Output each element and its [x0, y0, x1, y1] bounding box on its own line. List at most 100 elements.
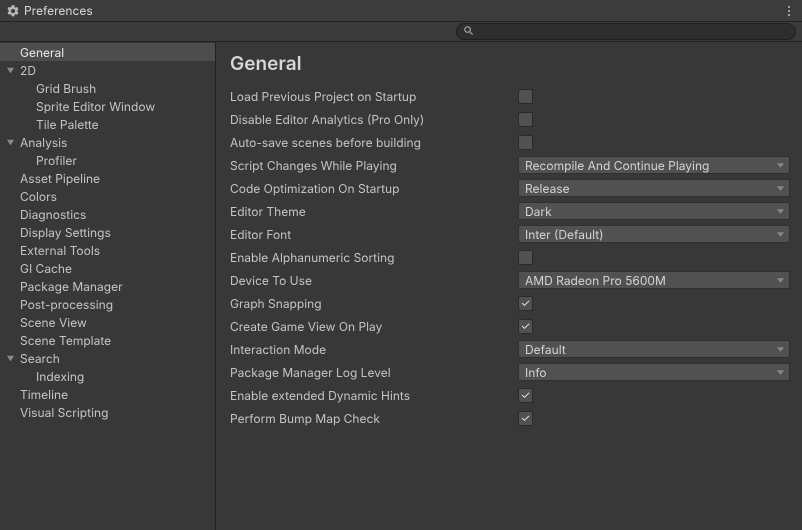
- foldout-triangle-icon[interactable]: [4, 138, 16, 147]
- sidebar-item[interactable]: Indexing: [0, 367, 215, 385]
- setting-row: Disable Editor Analytics (Pro Only): [230, 110, 790, 128]
- checkbox[interactable]: [518, 135, 533, 150]
- gear-icon: [6, 4, 20, 18]
- checkbox[interactable]: [518, 296, 533, 311]
- window-title: Preferences: [24, 3, 93, 18]
- sidebar-item[interactable]: Post-processing: [0, 295, 215, 313]
- setting-row: Enable Alphanumeric Sorting: [230, 248, 790, 266]
- setting-control: [518, 135, 790, 150]
- sidebar-item[interactable]: Search: [0, 349, 215, 367]
- sidebar-item[interactable]: Colors: [0, 187, 215, 205]
- sidebar-item-label: Scene View: [18, 315, 87, 330]
- foldout-triangle-icon[interactable]: [4, 66, 16, 75]
- sidebar-item[interactable]: Scene View: [0, 313, 215, 331]
- more-icon[interactable]: [782, 4, 796, 18]
- sidebar-item-label: Search: [18, 351, 60, 366]
- setting-control: [518, 296, 790, 311]
- setting-control: Default: [518, 340, 790, 358]
- chevron-down-icon: [776, 230, 785, 239]
- sidebar-item[interactable]: Visual Scripting: [0, 403, 215, 421]
- checkbox[interactable]: [518, 112, 533, 127]
- setting-row: Load Previous Project on Startup: [230, 87, 790, 105]
- sidebar-item[interactable]: Grid Brush: [0, 79, 215, 97]
- setting-row: Editor FontInter (Default): [230, 225, 790, 243]
- sidebar-item[interactable]: Package Manager: [0, 277, 215, 295]
- search-field-wrap[interactable]: [456, 23, 796, 40]
- sidebar-item-label: Sprite Editor Window: [34, 99, 155, 114]
- dropdown-value: Recompile And Continue Playing: [525, 158, 709, 173]
- dropdown[interactable]: Inter (Default): [518, 225, 790, 243]
- setting-label: Enable Alphanumeric Sorting: [230, 250, 518, 265]
- sidebar-item-label: 2D: [18, 63, 36, 78]
- setting-row: Create Game View On Play: [230, 317, 790, 335]
- sidebar-item[interactable]: Display Settings: [0, 223, 215, 241]
- setting-label: Disable Editor Analytics (Pro Only): [230, 112, 518, 127]
- search-icon: [463, 24, 474, 39]
- sidebar-item-label: Display Settings: [18, 225, 111, 240]
- sidebar-item[interactable]: Sprite Editor Window: [0, 97, 215, 115]
- foldout-triangle-icon[interactable]: [4, 354, 16, 363]
- sidebar-item-label: Indexing: [34, 369, 84, 384]
- search-input[interactable]: [480, 26, 789, 38]
- setting-row: Enable extended Dynamic Hints: [230, 386, 790, 404]
- chevron-down-icon: [776, 276, 785, 285]
- sidebar-item[interactable]: General: [0, 43, 215, 61]
- page-heading: General: [230, 52, 790, 75]
- setting-label: Load Previous Project on Startup: [230, 89, 518, 104]
- checkbox[interactable]: [518, 250, 533, 265]
- chevron-down-icon: [776, 161, 785, 170]
- titlebar: Preferences: [0, 0, 802, 22]
- setting-control: Dark: [518, 202, 790, 220]
- chevron-down-icon: [776, 345, 785, 354]
- chevron-down-icon: [776, 207, 785, 216]
- dropdown[interactable]: Recompile And Continue Playing: [518, 156, 790, 174]
- sidebar-item[interactable]: Profiler: [0, 151, 215, 169]
- sidebar-item[interactable]: Diagnostics: [0, 205, 215, 223]
- setting-control: [518, 250, 790, 265]
- setting-row: Code Optimization On StartupRelease: [230, 179, 790, 197]
- dropdown-value: Inter (Default): [525, 227, 604, 242]
- setting-control: [518, 411, 790, 426]
- sidebar-item[interactable]: GI Cache: [0, 259, 215, 277]
- dropdown-value: Dark: [525, 204, 552, 219]
- sidebar-item[interactable]: External Tools: [0, 241, 215, 259]
- setting-control: Inter (Default): [518, 225, 790, 243]
- setting-row: Editor Theme Dark: [230, 202, 790, 220]
- setting-row: Device To UseAMD Radeon Pro 5600M: [230, 271, 790, 289]
- setting-control: AMD Radeon Pro 5600M: [518, 271, 790, 289]
- dropdown[interactable]: AMD Radeon Pro 5600M: [518, 271, 790, 289]
- sidebar-item-label: Post-processing: [18, 297, 113, 312]
- dropdown[interactable]: Info: [518, 363, 790, 381]
- dropdown[interactable]: Release: [518, 179, 790, 197]
- setting-label: Graph Snapping: [230, 296, 518, 311]
- sidebar-item[interactable]: Asset Pipeline: [0, 169, 215, 187]
- checkbox[interactable]: [518, 89, 533, 104]
- sidebar-item[interactable]: Timeline: [0, 385, 215, 403]
- checkbox[interactable]: [518, 319, 533, 334]
- sidebar-item[interactable]: Scene Template: [0, 331, 215, 349]
- sidebar-item-label: Visual Scripting: [18, 405, 108, 420]
- setting-label: Auto-save scenes before building: [230, 135, 518, 150]
- dropdown[interactable]: Dark: [518, 202, 790, 220]
- sidebar-item-label: Grid Brush: [34, 81, 96, 96]
- setting-control: [518, 112, 790, 127]
- sidebar-item[interactable]: 2D: [0, 61, 215, 79]
- checkbox[interactable]: [518, 411, 533, 426]
- dropdown[interactable]: Default: [518, 340, 790, 358]
- sidebar-item[interactable]: Tile Palette: [0, 115, 215, 133]
- setting-row: Perform Bump Map Check: [230, 409, 790, 427]
- sidebar-item-label: Profiler: [34, 153, 77, 168]
- sidebar-item-label: GI Cache: [18, 261, 72, 276]
- dropdown-value: Release: [525, 181, 570, 196]
- setting-control: Info: [518, 363, 790, 381]
- sidebar-item-label: Timeline: [18, 387, 68, 402]
- setting-control: [518, 388, 790, 403]
- setting-control: Release: [518, 179, 790, 197]
- sidebar-item[interactable]: Analysis: [0, 133, 215, 151]
- sidebar-item-label: Analysis: [18, 135, 67, 150]
- sidebar-item-label: External Tools: [18, 243, 100, 258]
- setting-label: Editor Theme: [230, 204, 518, 219]
- category-sidebar: General2DGrid BrushSprite Editor WindowT…: [0, 42, 216, 530]
- setting-row: Interaction ModeDefault: [230, 340, 790, 358]
- checkbox[interactable]: [518, 388, 533, 403]
